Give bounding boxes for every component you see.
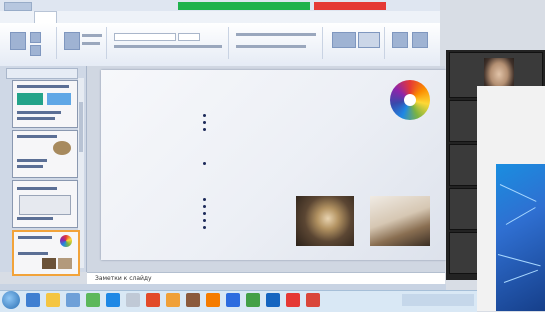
taskbar-app-icon[interactable] [226, 293, 240, 307]
skull-photo [296, 196, 354, 246]
paste-icon[interactable] [10, 32, 26, 50]
bullet-list-3[interactable] [203, 196, 283, 231]
ribbon-tab[interactable] [95, 11, 118, 23]
participant-video-tile[interactable] [449, 232, 479, 274]
layout-dropdown[interactable] [82, 34, 102, 37]
paragraph-group [232, 27, 323, 59]
ribbon-tab[interactable] [219, 11, 237, 23]
align-buttons[interactable] [236, 45, 306, 48]
ribbon-tab[interactable] [65, 11, 87, 23]
slide-thumbnail[interactable] [12, 130, 78, 178]
taskbar-app-icon[interactable] [286, 293, 300, 307]
slides-outline-tabs[interactable] [6, 68, 78, 79]
folder-icon[interactable] [46, 293, 60, 307]
taskbar-app-icon[interactable] [206, 293, 220, 307]
quick-access-toolbar[interactable] [4, 2, 32, 11]
start-icon[interactable] [2, 291, 20, 309]
taskbar-app-icon[interactable] [26, 293, 40, 307]
find-icon[interactable] [392, 32, 408, 48]
shared-screen-content [496, 164, 545, 311]
taskbar-app-icon[interactable] [106, 293, 120, 307]
font-format-buttons[interactable] [114, 45, 222, 48]
ribbon-tab[interactable] [191, 11, 211, 23]
participant-video-tile[interactable] [449, 188, 479, 230]
participant-video-tile[interactable] [449, 144, 479, 186]
system-tray[interactable] [402, 294, 474, 306]
ribbon-tab[interactable] [160, 11, 183, 23]
cut-icon[interactable] [30, 32, 41, 43]
ribbon-tab[interactable] [126, 11, 151, 23]
taskbar-app-icon[interactable] [66, 293, 80, 307]
person-photo [370, 196, 430, 246]
list-buttons[interactable] [236, 33, 316, 36]
slide-thumbnail[interactable] [12, 80, 78, 128]
font-group [110, 27, 229, 59]
slide-thumbnail-selected[interactable] [12, 230, 80, 276]
stop-share-button[interactable] [314, 2, 386, 10]
taskbar-app-icon[interactable] [266, 293, 280, 307]
taskbar-app-icon[interactable] [166, 293, 180, 307]
slide-thumbnail[interactable] [12, 180, 78, 228]
ribbon-tab[interactable] [8, 11, 26, 23]
shapes-gallery[interactable] [332, 32, 356, 48]
taskbar-app-icon[interactable] [146, 293, 160, 307]
taskbar-app-icon[interactable] [126, 293, 140, 307]
notes-placeholder: Заметки к слайду [95, 275, 152, 282]
taskbar-app-icon[interactable] [86, 293, 100, 307]
font-size-box[interactable] [178, 33, 200, 41]
bullet-list-2[interactable] [203, 160, 381, 167]
color-wheel-center [404, 94, 416, 106]
ribbon-tabs [0, 11, 440, 24]
reset-button[interactable] [82, 42, 100, 45]
font-name-box[interactable] [114, 33, 176, 41]
taskbar-app-icon[interactable] [186, 293, 200, 307]
copy-icon[interactable] [30, 45, 41, 56]
screen-share-banner[interactable] [178, 2, 310, 10]
bullet-list[interactable] [203, 112, 381, 133]
replace-icon[interactable] [412, 32, 428, 48]
quick-styles-icon[interactable] [358, 32, 380, 48]
powerpoint-icon[interactable] [306, 293, 320, 307]
new-slide-icon[interactable] [64, 32, 80, 50]
taskbar-app-icon[interactable] [246, 293, 260, 307]
participant-video-tile[interactable] [449, 100, 479, 142]
